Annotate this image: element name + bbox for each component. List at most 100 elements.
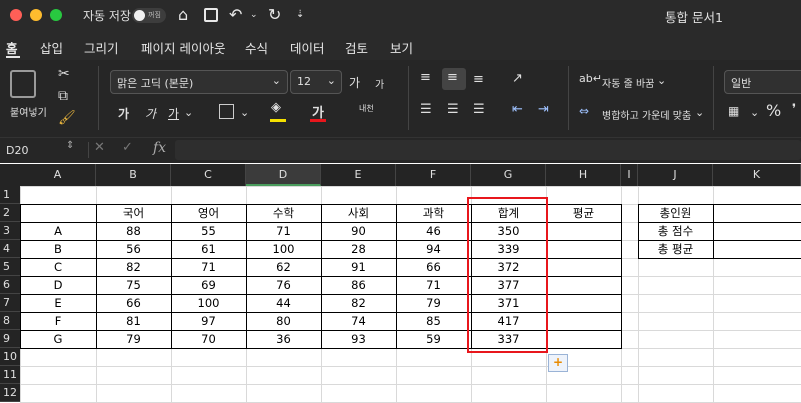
currency-icon[interactable]: ▦	[728, 104, 739, 118]
score-cell[interactable]: 71	[171, 258, 246, 276]
tab-home[interactable]: 홈	[6, 38, 18, 57]
name-box[interactable]: D20 ⇕	[0, 140, 82, 160]
home-icon[interactable]: ⌂	[178, 5, 188, 24]
summary-value-cell[interactable]	[713, 222, 801, 240]
score-cell[interactable]: 88	[96, 222, 171, 240]
score-cell[interactable]: 59	[396, 330, 471, 348]
score-cell[interactable]: 79	[96, 330, 171, 348]
score-cell[interactable]: 36	[246, 330, 321, 348]
save-icon[interactable]	[204, 8, 218, 22]
align-left-icon[interactable]: ☰	[420, 102, 432, 117]
header-cell[interactable]: 수학	[246, 204, 321, 222]
comma-style-icon[interactable]: ❜	[792, 102, 796, 117]
summary-value-cell[interactable]	[713, 240, 801, 258]
row-header-9[interactable]: 9	[0, 330, 20, 348]
score-cell[interactable]: 80	[246, 312, 321, 330]
shrink-font-button[interactable]: 가	[375, 76, 384, 91]
score-cell[interactable]: 62	[246, 258, 321, 276]
score-cell[interactable]: 71	[396, 276, 471, 294]
score-cell[interactable]: 76	[246, 276, 321, 294]
student-name-cell[interactable]: E	[20, 294, 96, 312]
decrease-indent-icon[interactable]: ⇤	[512, 102, 523, 117]
score-cell[interactable]: 44	[246, 294, 321, 312]
score-cell[interactable]: 100	[171, 294, 246, 312]
summary-value-cell[interactable]	[713, 204, 801, 222]
student-name-cell[interactable]: B	[20, 240, 96, 258]
score-cell[interactable]: 82	[96, 258, 171, 276]
score-cell[interactable]: 69	[171, 276, 246, 294]
fill-color-icon[interactable]: ◈	[271, 100, 281, 115]
score-cell[interactable]: 46	[396, 222, 471, 240]
column-header-f[interactable]: F	[396, 164, 471, 186]
score-cell[interactable]: 75	[96, 276, 171, 294]
clipboard-icon[interactable]	[10, 70, 36, 98]
quick-analysis-button[interactable]: +	[548, 354, 568, 372]
column-header-c[interactable]: C	[171, 164, 246, 186]
chevron-down-icon[interactable]: ⌄	[750, 106, 759, 119]
wrap-text-button[interactable]: 자동 줄 바꿈	[602, 75, 654, 90]
column-header-k[interactable]: K	[713, 164, 801, 186]
score-cell[interactable]: 66	[96, 294, 171, 312]
phonetic-button[interactable]: 내천	[359, 103, 374, 114]
cut-icon[interactable]: ✂	[58, 66, 70, 82]
orientation-icon[interactable]: ↗	[512, 71, 523, 86]
increase-indent-icon[interactable]: ⇥	[538, 102, 549, 117]
score-cell[interactable]: 91	[321, 258, 396, 276]
chevron-down-icon[interactable]: ⌄	[695, 106, 704, 119]
score-cell[interactable]: 70	[171, 330, 246, 348]
row-header-7[interactable]: 7	[0, 294, 20, 312]
score-cell[interactable]	[546, 222, 621, 240]
minimize-window-button[interactable]	[30, 9, 42, 21]
score-cell[interactable]: 90	[321, 222, 396, 240]
select-all-corner[interactable]	[0, 164, 21, 186]
align-top-icon[interactable]: ≡	[420, 70, 431, 85]
score-cell[interactable]: 97	[171, 312, 246, 330]
student-name-cell[interactable]: C	[20, 258, 96, 276]
header-cell[interactable]: 평균	[546, 204, 621, 222]
column-header-j[interactable]: J	[638, 164, 713, 186]
score-cell[interactable]	[546, 312, 621, 330]
score-cell[interactable]	[546, 294, 621, 312]
tab-view[interactable]: 보기	[390, 38, 413, 57]
align-right-icon[interactable]: ☰	[473, 102, 485, 117]
score-cell[interactable]: 93	[321, 330, 396, 348]
row-header-6[interactable]: 6	[0, 276, 20, 294]
column-header-d[interactable]: D	[246, 164, 321, 186]
column-header-b[interactable]: B	[96, 164, 171, 186]
chevron-down-icon[interactable]: ⌄	[184, 106, 193, 119]
summary-label-cell[interactable]: 총 평균	[638, 240, 713, 258]
summary-label-cell[interactable]: 총 점수	[638, 222, 713, 240]
score-cell[interactable]	[546, 240, 621, 258]
font-size-select[interactable]: 12 ⌄	[290, 70, 342, 94]
redo-icon[interactable]: ↻	[268, 5, 281, 24]
score-cell[interactable]	[546, 258, 621, 276]
header-cell[interactable]: 과학	[396, 204, 471, 222]
tab-page-layout[interactable]: 페이지 레이아웃	[141, 38, 225, 57]
student-name-cell[interactable]: D	[20, 276, 96, 294]
cancel-icon[interactable]: ✕	[94, 140, 105, 155]
score-cell[interactable]: 71	[246, 222, 321, 240]
underline-button[interactable]: 가	[168, 105, 179, 122]
formula-input[interactable]	[175, 140, 801, 160]
bold-button[interactable]: 가	[118, 105, 129, 122]
row-header-3[interactable]: 3	[0, 222, 20, 240]
score-cell[interactable]: 61	[171, 240, 246, 258]
italic-button[interactable]: 가	[145, 105, 156, 122]
column-header-i[interactable]: I	[621, 164, 638, 186]
row-header-8[interactable]: 8	[0, 312, 20, 330]
tab-review[interactable]: 검토	[345, 38, 368, 57]
column-header-g[interactable]: G	[471, 164, 546, 186]
format-painter-icon[interactable]: 🖌	[58, 110, 76, 126]
tab-formulas[interactable]: 수식	[245, 38, 268, 57]
score-cell[interactable]: 81	[96, 312, 171, 330]
score-cell[interactable]: 74	[321, 312, 396, 330]
row-header-12[interactable]: 12	[0, 384, 20, 402]
fx-icon[interactable]: fx	[153, 140, 166, 156]
enter-icon[interactable]: ✓	[122, 140, 133, 155]
tab-data[interactable]: 데이터	[290, 38, 325, 57]
student-name-cell[interactable]: G	[20, 330, 96, 348]
grow-font-button[interactable]: 가	[349, 74, 360, 91]
summary-label-cell[interactable]: 총인원	[638, 204, 713, 222]
customize-icon[interactable]: ⇣	[296, 9, 304, 20]
tab-insert[interactable]: 삽입	[40, 38, 63, 57]
